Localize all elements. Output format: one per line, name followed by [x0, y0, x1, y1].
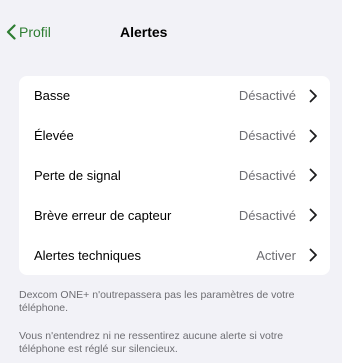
alert-status: Désactivé	[238, 167, 296, 183]
alert-label: Perte de signal	[34, 167, 121, 183]
alert-row-low[interactable]: Basse Désactivé	[19, 76, 330, 116]
alert-row-technical[interactable]: Alertes techniques Activer	[19, 235, 330, 275]
alert-label: Élevée	[34, 128, 74, 144]
alert-label: Alertes techniques	[34, 247, 141, 263]
alerts-list: Basse Désactivé Élevée Désactivé Perte d…	[19, 76, 330, 275]
footer-note-silent: Vous n'entendrez ni ne ressentirez aucun…	[19, 330, 284, 355]
alert-label: Basse	[34, 88, 71, 104]
footer-note-override: Dexcom ONE+ n'outrepassera pas les param…	[19, 289, 295, 314]
alert-row-sensor-error[interactable]: Brève erreur de capteur Désactivé	[19, 195, 330, 235]
alert-status: Désactivé	[238, 207, 296, 223]
chevron-right-icon	[309, 168, 318, 182]
alert-status: Activer	[256, 247, 296, 263]
chevron-right-icon	[309, 89, 318, 103]
chevron-right-icon	[309, 208, 318, 222]
back-button-label: Profil	[19, 24, 51, 40]
alert-status: Désactivé	[238, 88, 296, 104]
chevron-right-icon	[309, 248, 318, 262]
back-button[interactable]: Profil	[6, 21, 51, 43]
alert-label: Brève erreur de capteur	[34, 207, 172, 223]
chevron-left-icon	[6, 24, 16, 40]
chevron-right-icon	[309, 129, 318, 143]
alert-row-signal-loss[interactable]: Perte de signal Désactivé	[19, 156, 330, 196]
navigation-bar: Profil Alertes	[0, 0, 342, 46]
page-title: Alertes	[120, 24, 168, 40]
alert-status: Désactivé	[238, 128, 296, 144]
alert-row-high[interactable]: Élevée Désactivé	[19, 116, 330, 156]
